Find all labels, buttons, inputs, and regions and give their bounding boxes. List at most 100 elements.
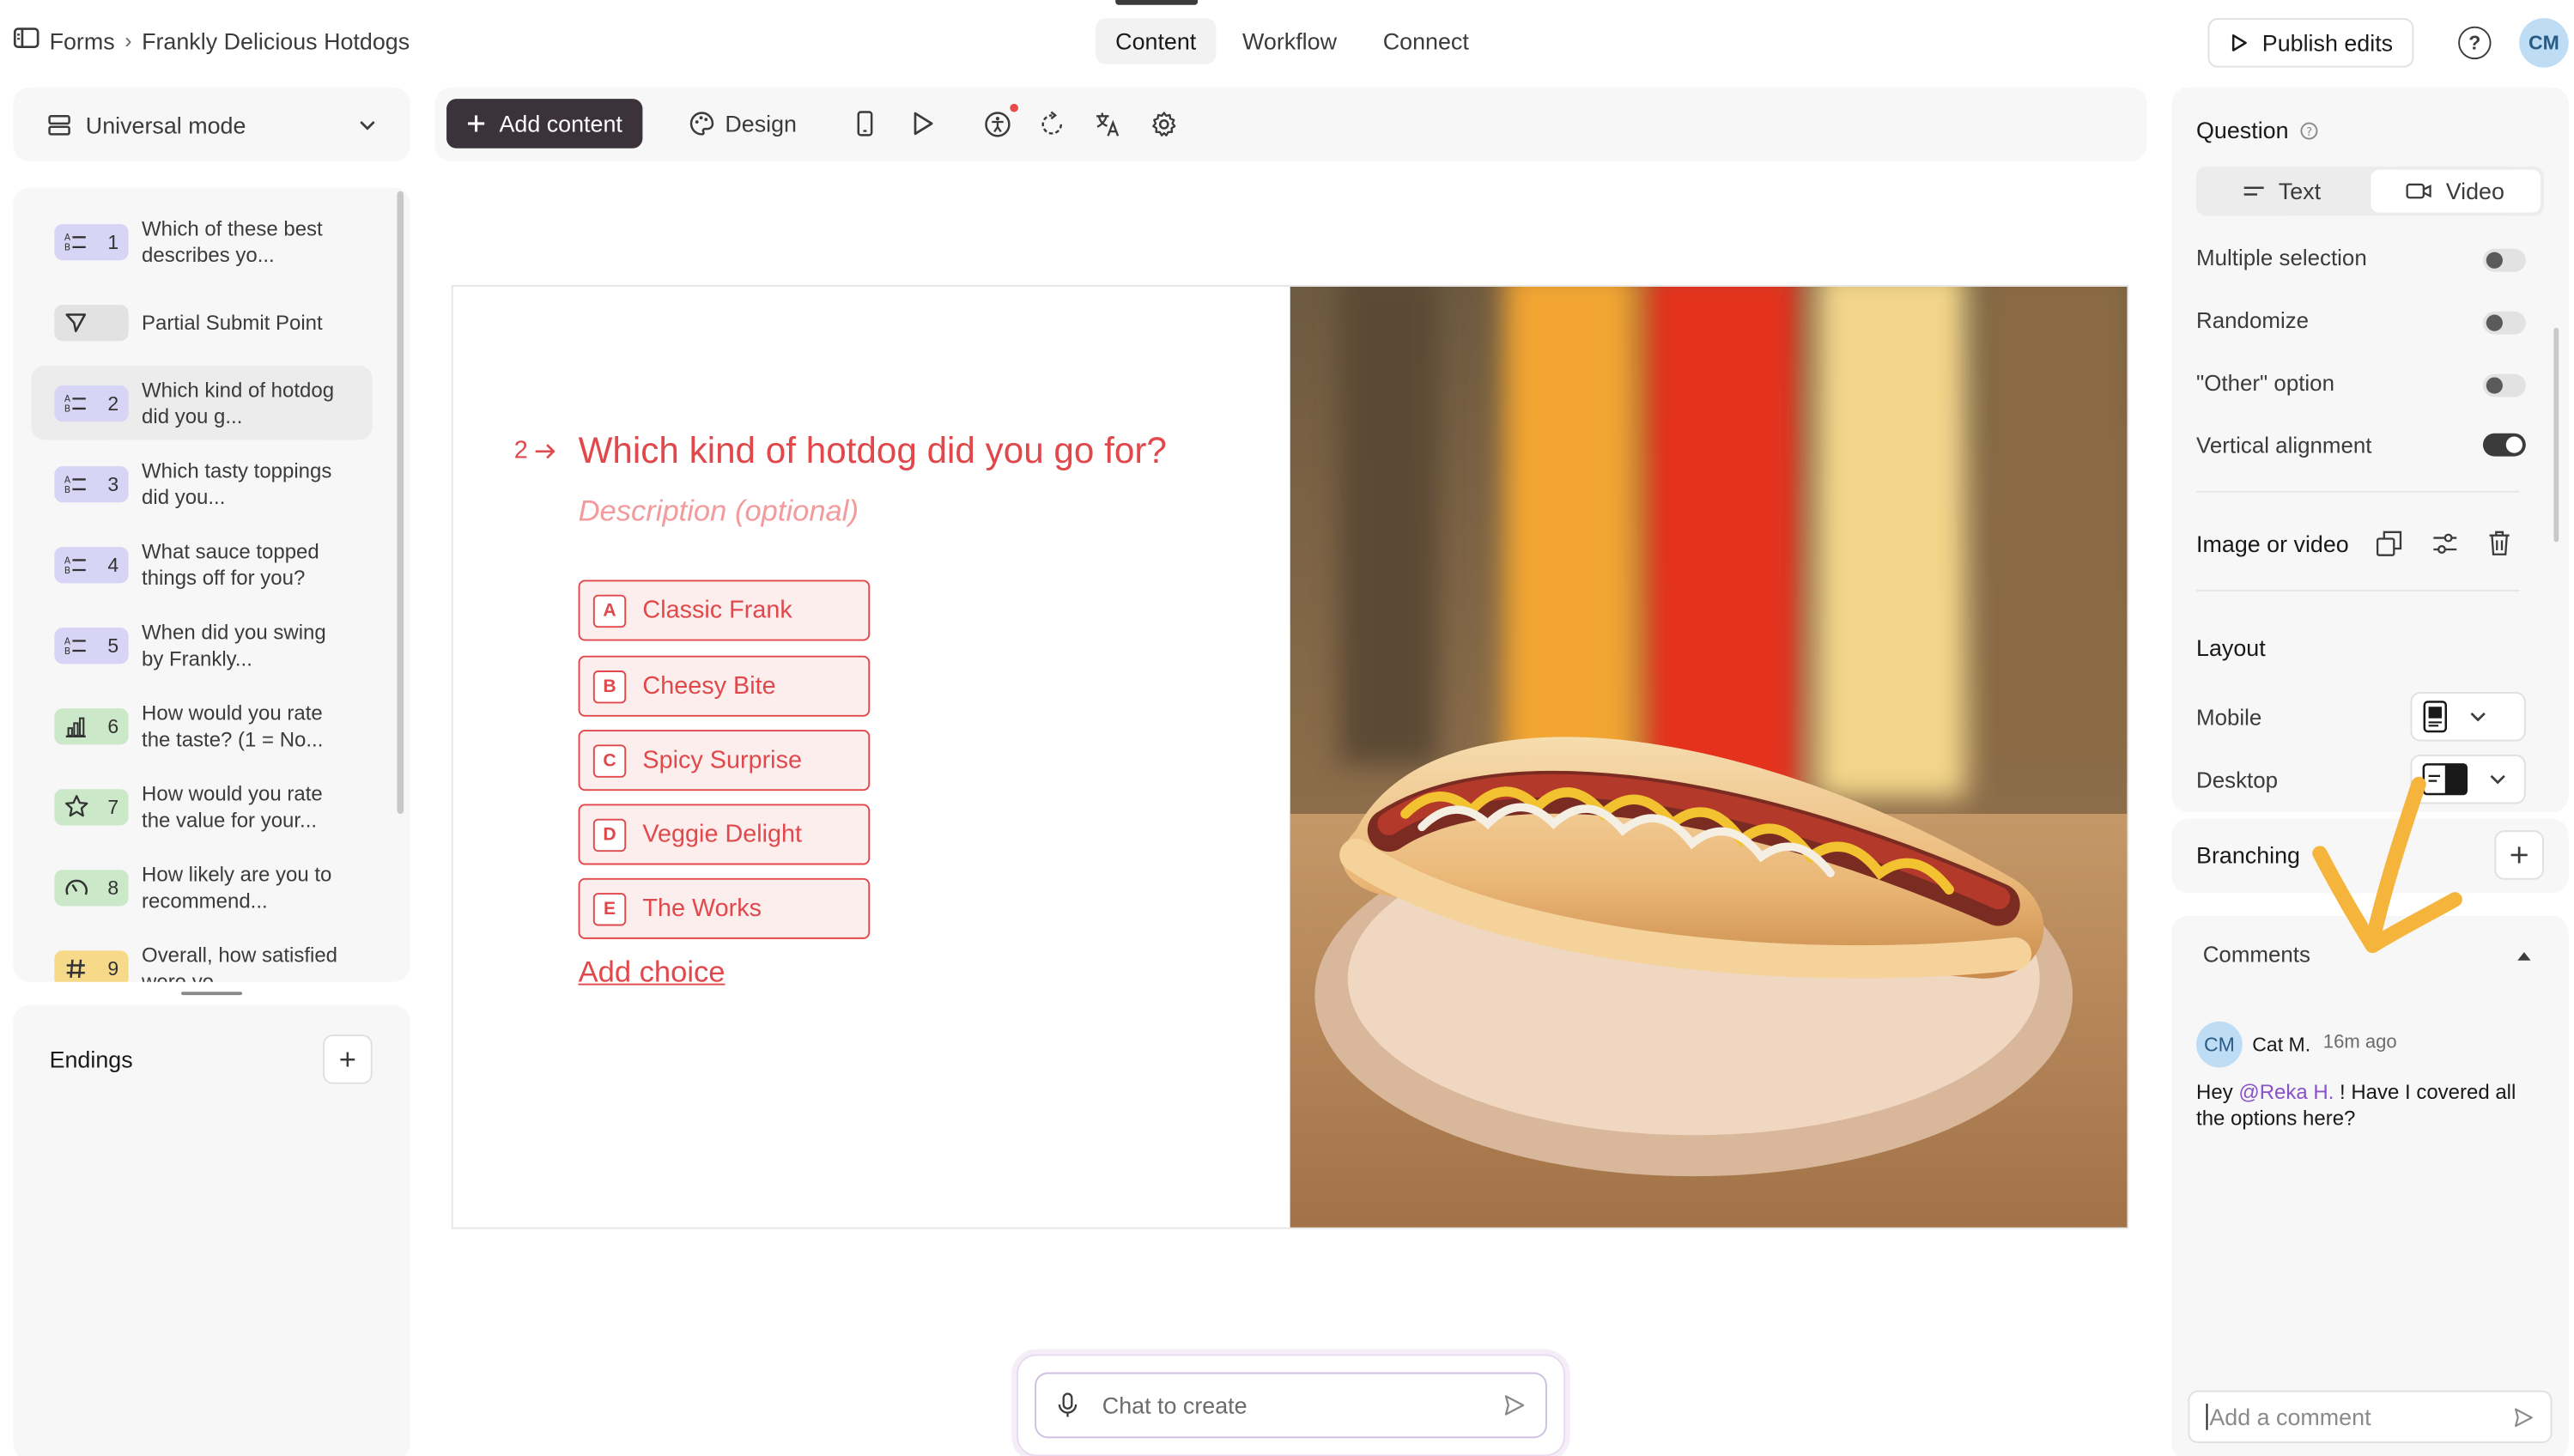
choice-option[interactable]: B Cheesy Bite	[578, 655, 871, 717]
breadcrumb: Forms › Frankly Delicious Hotdogs	[13, 27, 410, 55]
choice-label: The Works	[642, 895, 762, 923]
logic-refresh-icon[interactable]	[1036, 109, 1066, 139]
settings-scrollbar[interactable]	[2553, 327, 2559, 543]
send-icon[interactable]	[2512, 1406, 2534, 1428]
question-text: Partial Submit Point	[142, 310, 323, 334]
chat-placeholder: Chat to create	[1102, 1392, 1248, 1419]
list-item-question-4[interactable]: AB 4 What sauce topped things off for yo…	[31, 527, 372, 601]
question-badge: 6	[54, 707, 129, 744]
multiple-selection-toggle[interactable]	[2482, 248, 2526, 272]
user-avatar[interactable]: CM	[2519, 18, 2569, 68]
question-list-scrollbar[interactable]	[397, 191, 404, 814]
list-item-question-8[interactable]: 8 How likely are you to recommend...	[31, 850, 372, 924]
arrow-right-icon	[536, 443, 556, 458]
question-number: 1	[107, 229, 119, 253]
list-icon: AB	[64, 232, 86, 252]
comment-text: Hey @Reka H. ! Have I covered all the op…	[2196, 1079, 2534, 1131]
collapse-caret-icon[interactable]	[2516, 949, 2532, 962]
adjust-sliders-icon[interactable]	[2431, 531, 2458, 557]
list-item-partial-submit[interactable]: Partial Submit Point	[31, 285, 372, 359]
question-description-input[interactable]: Description (optional)	[579, 494, 859, 529]
image-swap-icon[interactable]	[2376, 531, 2402, 557]
randomize-toggle[interactable]	[2482, 311, 2526, 335]
list-item-question-5[interactable]: AB 5 When did you swing by Frankly...	[31, 608, 372, 682]
resize-handle[interactable]	[181, 992, 243, 996]
question-badge: AB 5	[54, 627, 129, 664]
list-item-question-2[interactable]: AB 2 Which kind of hotdog did you g...	[31, 366, 373, 440]
hotdog-image[interactable]	[1290, 286, 2128, 1228]
comment-timestamp: 16m ago	[2322, 1033, 2397, 1053]
list-icon: AB	[64, 474, 86, 494]
other-option-label: "Other" option	[2196, 370, 2335, 396]
other-option-toggle[interactable]	[2482, 373, 2526, 397]
breadcrumb-forms-link[interactable]: Forms	[50, 27, 115, 54]
list-item-question-6[interactable]: 6 How would you rate the taste? (1 = No.…	[31, 689, 372, 762]
comment-mention[interactable]: @Reka H.	[2238, 1081, 2334, 1104]
tab-text[interactable]: Text	[2196, 167, 2367, 216]
text-cursor	[2206, 1403, 2208, 1430]
forms-panel-icon[interactable]	[13, 27, 39, 55]
tab-workflow[interactable]: Workflow	[1223, 18, 1357, 64]
add-comment-input[interactable]: Add a comment	[2188, 1390, 2553, 1444]
choice-option[interactable]: D Veggie Delight	[578, 804, 871, 865]
list-item-question-7[interactable]: 7 How would you rate the value for your.…	[31, 769, 372, 843]
svg-text:B: B	[64, 565, 70, 574]
list-item-question-1[interactable]: AB 1 Which of these best describes yo...	[31, 204, 372, 278]
question-text: How likely are you to recommend...	[142, 862, 332, 913]
palette-icon	[689, 112, 714, 136]
list-item-question-9[interactable]: 9 Overall, how satisfied were yo...	[31, 931, 372, 982]
plus-icon: +	[338, 1041, 356, 1076]
layout-heading: Layout	[2196, 634, 2266, 661]
choice-option[interactable]: C Spicy Surprise	[578, 730, 871, 792]
microphone-icon[interactable]	[1056, 1392, 1079, 1419]
add-ending-button[interactable]: +	[323, 1034, 373, 1084]
accessibility-icon[interactable]	[982, 109, 1012, 139]
add-branching-button[interactable]	[2494, 830, 2544, 880]
mobile-preview-icon[interactable]	[850, 109, 880, 139]
mobile-layout-select[interactable]	[2410, 691, 2526, 742]
question-number: 8	[107, 875, 119, 899]
question-badge: 8	[54, 869, 129, 906]
publish-edits-button[interactable]: Publish edits	[2207, 18, 2415, 68]
svg-text:?: ?	[2306, 126, 2312, 139]
chat-input[interactable]: Chat to create	[1035, 1372, 1547, 1439]
choice-option[interactable]: E The Works	[578, 877, 871, 939]
star-icon	[64, 795, 88, 817]
trash-icon[interactable]	[2486, 529, 2513, 557]
send-icon	[65, 312, 87, 332]
svg-text:A: A	[64, 232, 71, 242]
breadcrumb-form-title[interactable]: Frankly Delicious Hotdogs	[142, 27, 410, 54]
design-label: Design	[725, 110, 798, 137]
question-number: 4	[107, 552, 119, 576]
vertical-alignment-toggle[interactable]	[2482, 433, 2526, 457]
send-icon[interactable]	[1503, 1393, 1526, 1417]
question-text: How would you rate the taste? (1 = No...	[142, 701, 324, 751]
question-title-input[interactable]: Which kind of hotdog did you go for?	[579, 430, 1167, 473]
plus-icon	[467, 115, 485, 132]
tab-content[interactable]: Content	[1096, 18, 1217, 64]
svg-text:B: B	[64, 484, 70, 494]
play-icon	[2231, 34, 2247, 52]
question-text: Which of these best describes yo...	[142, 216, 323, 266]
preview-play-icon[interactable]	[908, 109, 938, 139]
design-button[interactable]: Design	[689, 110, 798, 137]
info-icon[interactable]: ?	[2300, 122, 2318, 140]
tab-connect[interactable]: Connect	[1363, 18, 1489, 64]
question-text: When did you swing by Frankly...	[142, 620, 326, 670]
choice-option[interactable]: A Classic Frank	[578, 579, 871, 641]
stack-icon	[48, 114, 70, 135]
question-number: 3	[107, 471, 119, 495]
question-text: Overall, how satisfied were yo...	[142, 943, 338, 982]
comments-section: Comments CM Cat M. 16m ago Hey @Reka H. …	[2171, 915, 2569, 1456]
tab-video[interactable]: Video	[2370, 169, 2541, 213]
add-choice-link[interactable]: Add choice	[579, 956, 725, 990]
translate-icon[interactable]	[1092, 109, 1122, 139]
help-icon[interactable]: ?	[2458, 26, 2492, 60]
list-item-question-3[interactable]: AB 3 Which tasty toppings did you...	[31, 446, 372, 520]
add-content-label: Add content	[499, 110, 622, 137]
add-content-button[interactable]: Add content	[446, 99, 642, 149]
chevron-down-icon	[2470, 712, 2486, 722]
settings-gear-icon[interactable]	[1149, 109, 1179, 139]
mode-selector[interactable]: Universal mode	[13, 87, 410, 162]
multiple-selection-label: Multiple selection	[2196, 245, 2367, 270]
